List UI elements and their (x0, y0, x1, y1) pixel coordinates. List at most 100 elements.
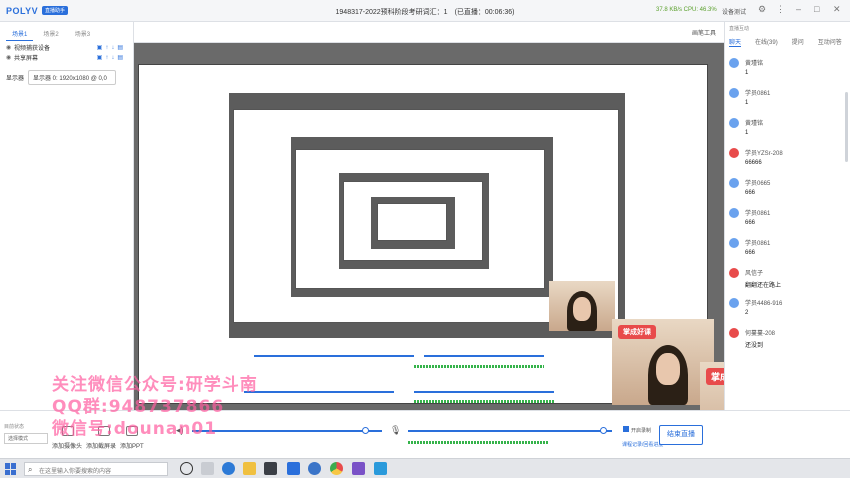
add-camera-button[interactable]: 添加摄像头 (52, 441, 82, 450)
mail-icon[interactable] (287, 462, 300, 475)
message-author: 学员0861 (745, 211, 771, 217)
store-icon[interactable] (264, 462, 277, 475)
tab-scene-2[interactable]: 场景2 (37, 27, 64, 41)
chat-tabs: 聊天 在线(39) 提问 互动问答 (729, 37, 842, 47)
end-live-button[interactable]: 结束直播 (659, 425, 703, 445)
message-text: 1 (745, 130, 749, 136)
scene-tabs: 场景1 场景2 场景3 (6, 27, 96, 41)
microphone-icon[interactable]: 🎙 (390, 425, 401, 436)
avatar (729, 58, 739, 68)
message-author: 学员0861 (745, 241, 771, 247)
source-item-screen[interactable]: ◉ 共享屏幕 ▣↑↓▤ (6, 53, 126, 62)
message-author: 黄瑾铭 (745, 61, 764, 67)
watermark-line-3: 微信号:dounan01 (52, 419, 218, 439)
chat-panel: 直播互动 聊天 在线(39) 提问 互动问答 黄瑾铭 1 学员0861 1 黄瑾铭 1… (724, 22, 850, 410)
display-select[interactable]: 显示器 0: 1920x1080 @ 0,0 (28, 70, 117, 85)
speaker-volume-knob[interactable] (362, 427, 369, 434)
checkbox-icon[interactable] (623, 426, 629, 432)
tab-scene-3[interactable]: 场景3 (69, 27, 96, 41)
chrome-icon[interactable] (330, 462, 343, 475)
scene-panel: 场景1 场景2 场景3 ◉ 视频捕获设备 ▣↑↓▤ ◉ 共享屏幕 ▣↑↓▤ 显示… (0, 22, 134, 410)
face (573, 297, 591, 321)
polyv-icon[interactable] (352, 462, 365, 475)
source-item-camera[interactable]: ◉ 视频捕获设备 ▣↑↓▤ (6, 43, 126, 52)
app-icon-l[interactable] (308, 462, 321, 475)
speaker-volume-slider[interactable] (192, 430, 382, 432)
search-placeholder: 在这里输入你要搜索的内容 (39, 469, 112, 475)
avatar (729, 268, 739, 278)
camera-tile-small (549, 281, 615, 331)
mic-volume-slider[interactable] (408, 430, 612, 432)
task-view-icon[interactable] (201, 462, 214, 475)
tab-chat[interactable]: 聊天 (729, 37, 742, 47)
tab-scene-1[interactable]: 场景1 (6, 27, 34, 41)
windows-start-icon[interactable] (5, 463, 17, 475)
message-author: 风信子 (745, 271, 764, 277)
avatar (729, 238, 739, 248)
audio-meter (414, 365, 544, 368)
taskbar: ⌕ 在这里输入你要搜索的内容 (0, 458, 850, 478)
face (656, 353, 680, 385)
speaker-volume-bar (424, 355, 544, 357)
add-ppt-button[interactable]: 添加PPT (120, 441, 144, 450)
tab-questions[interactable]: 提问 (792, 37, 804, 47)
taskbar-search[interactable]: ⌕ 在这里输入你要搜索的内容 (24, 462, 168, 476)
record-link[interactable]: 课程记录/回看进度 (622, 441, 663, 448)
chat-title: 直播互动 (729, 26, 750, 32)
mic-volume-bar-2 (244, 391, 394, 393)
message-author: 学员0861 (745, 91, 771, 97)
tab-qa[interactable]: 互动问答 (818, 37, 842, 47)
status-select[interactable]: 选择模式 (4, 433, 48, 444)
app-logo: POLYV (6, 6, 39, 16)
message-text: 1 (745, 100, 749, 106)
message-text: 还没到 (745, 343, 764, 349)
menu-icon[interactable]: ⋮ (776, 4, 785, 15)
edge-icon[interactable] (222, 462, 235, 475)
avatar (729, 328, 739, 338)
eye-icon[interactable]: ◉ (6, 54, 14, 61)
message-author: 学员YZSr-208 (745, 151, 783, 157)
mic-volume-bar (254, 355, 414, 357)
message-text: 666 (745, 190, 756, 196)
whiteboard-button[interactable]: 画笔工具 (692, 28, 716, 37)
source-controls[interactable]: ▣↑↓▤ (97, 44, 126, 51)
tab-online[interactable]: 在线(39) (755, 37, 778, 47)
close-icon[interactable]: ✕ (833, 4, 841, 15)
status-label: 目前状态 (4, 424, 25, 430)
record-label: 开启录制 (631, 428, 652, 434)
mic-volume-knob[interactable] (600, 427, 607, 434)
message-text: 66666 (745, 160, 762, 166)
avatar (729, 148, 739, 158)
record-checkbox[interactable]: 开启录制 (623, 426, 651, 434)
message-text: 666 (745, 250, 756, 256)
live-tool-icon[interactable] (374, 462, 387, 475)
message-author: 学员0665 (745, 181, 771, 187)
stage-toolbar: 画笔工具 (134, 22, 724, 43)
nested-capture-8 (377, 203, 447, 241)
file-explorer-icon[interactable] (243, 462, 256, 475)
maximize-icon[interactable]: □ (814, 4, 819, 14)
audio-meter-2 (414, 400, 554, 403)
message-text: 666 (745, 220, 756, 226)
app-badge: 直播助手 (42, 6, 69, 15)
minimize-icon[interactable]: – (796, 4, 801, 14)
cortana-icon[interactable] (180, 462, 193, 475)
system-stats: 37.8 KB/s CPU: 46.3% (656, 7, 717, 13)
device-test-button[interactable]: 设备测试 (722, 7, 746, 16)
camera-tile-medium: 掌成好课 (612, 319, 714, 405)
message-text: 1 (745, 70, 749, 76)
display-row: 显示器 显示器 0: 1920x1080 @ 0,0 (6, 70, 117, 85)
message-author: 何蔓蔓-208 (745, 331, 776, 337)
avatar (729, 298, 739, 308)
avatar (729, 88, 739, 98)
avatar (729, 178, 739, 188)
search-icon: ⌕ (28, 465, 33, 474)
source-controls[interactable]: ▣↑↓▤ (97, 54, 126, 61)
add-screen-button[interactable]: 添加截屏录 (86, 441, 116, 450)
settings-icon[interactable]: ⚙ (758, 4, 766, 15)
chat-scrollbar[interactable] (845, 92, 848, 162)
message-author: 学员4486-916 (745, 301, 783, 307)
eye-icon[interactable]: ◉ (6, 44, 14, 51)
message-text: 翻翻还在路上 (745, 283, 782, 289)
title-bar: POLYV 直播助手 1948317-2022预科阶段考研词汇：1 (已直播：0… (0, 0, 850, 22)
